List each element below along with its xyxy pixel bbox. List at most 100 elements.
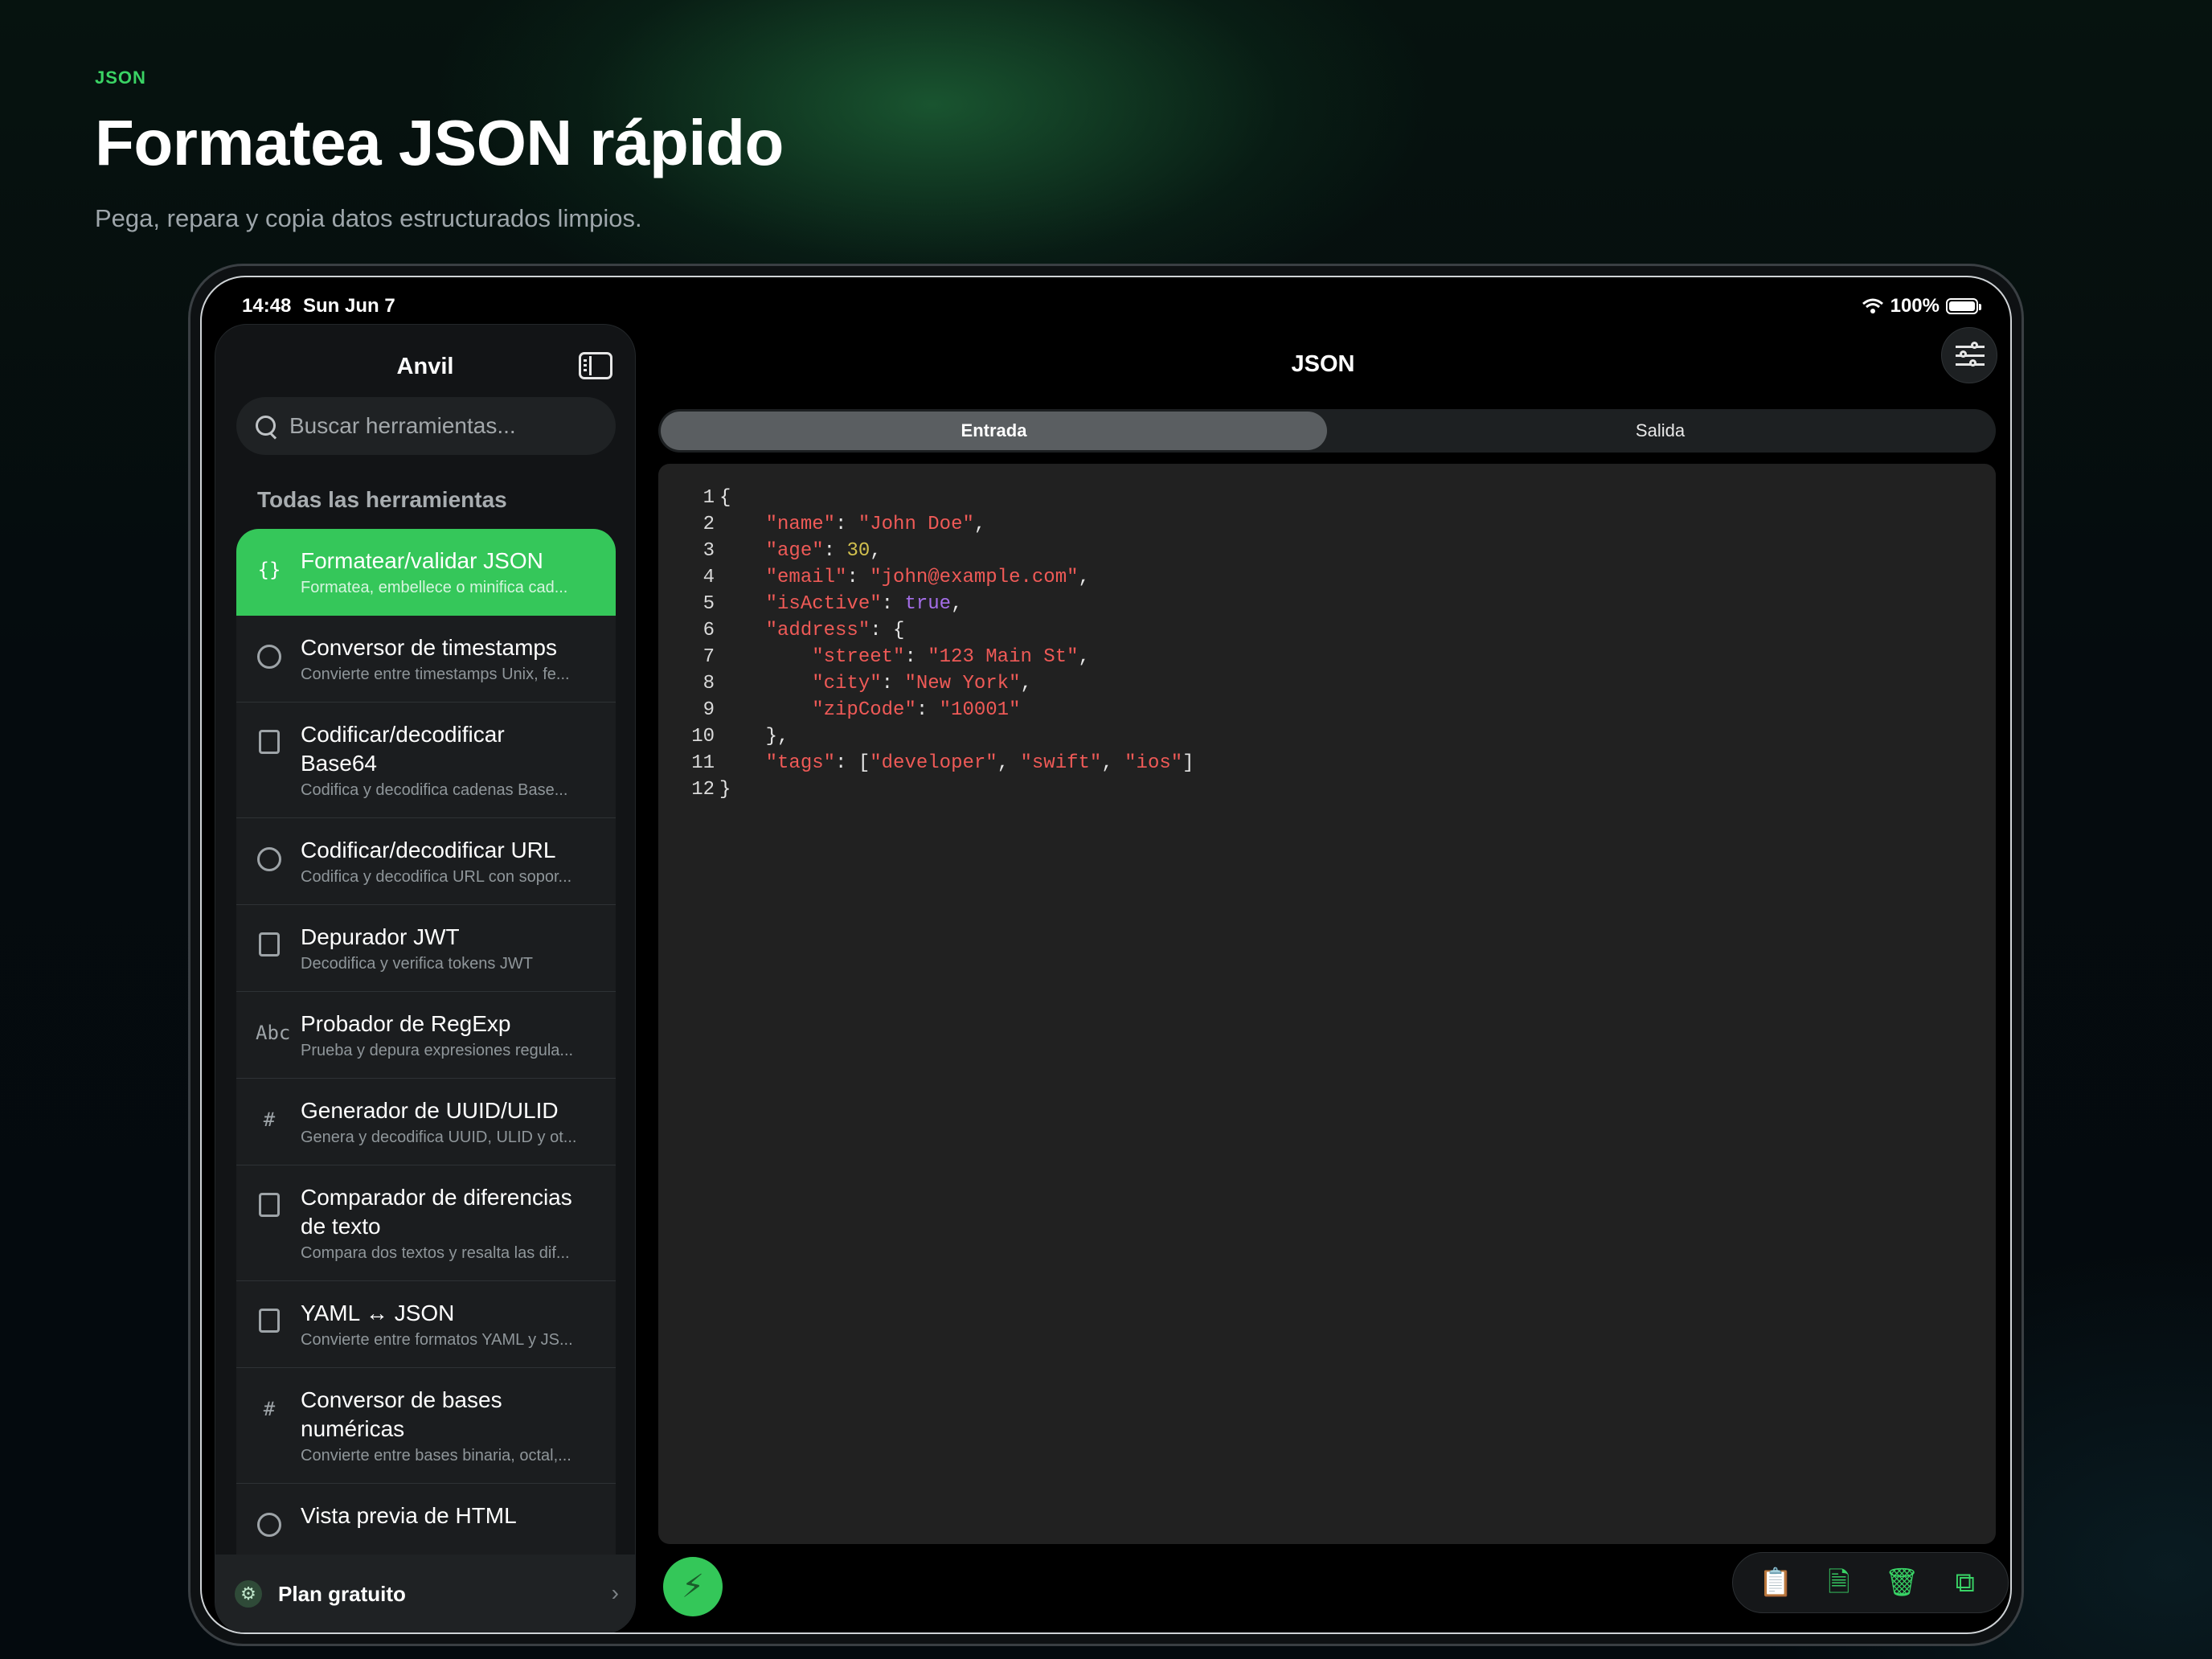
line-number: 8 — [703, 673, 715, 694]
status-indicators: 100% — [1862, 295, 1981, 317]
line-number: 4 — [703, 567, 715, 588]
code-token: : — [823, 540, 847, 562]
tool-name: Codificar/decodificar Base64 — [301, 722, 505, 776]
code-text: "address": { — [718, 617, 905, 644]
clock-icon — [256, 643, 283, 670]
tool-name: Codificar/decodificar URL — [301, 838, 556, 862]
code-token: "swift" — [1020, 752, 1102, 774]
tab-salida[interactable]: Salida — [1327, 412, 1993, 450]
json-editor[interactable]: 1{2 "name": "John Doe", 3 "age": 30, 4 "em… — [658, 464, 1996, 1544]
compass-icon — [256, 1511, 283, 1538]
code-line: 2 "name": "John Doe", — [658, 511, 1996, 538]
document-icon[interactable]: 🗎 — [1821, 1562, 1857, 1604]
key-frame-icon — [256, 932, 283, 960]
diff-document-icon — [256, 1193, 283, 1220]
battery-icon — [1946, 298, 1981, 314]
tool-description: Codifica y decodifica URL con sopor... — [301, 868, 572, 886]
hero-subtitle: Pega, repara y copia datos estructurados… — [95, 204, 642, 232]
tool-list: {} Formatear/validar JSON Formatea, embell… — [236, 529, 616, 1571]
code-token: ] — [1182, 752, 1194, 774]
search-field[interactable] — [236, 397, 616, 455]
filter-settings-button[interactable] — [1941, 327, 1997, 383]
sidebar-tool-item[interactable]: Comparador de diferencias de texto Compar… — [236, 1165, 616, 1281]
line-number: 9 — [703, 699, 715, 721]
line-number: 2 — [703, 514, 715, 535]
code-line: 12} — [658, 776, 1996, 803]
plan-button[interactable]: ⚙ Plan gratuito › — [215, 1555, 635, 1632]
icon-glyph-text: Abc — [256, 1022, 291, 1044]
line-number: 12 — [691, 779, 715, 801]
tool-description: Formatea, embellece o minifica cad... — [301, 579, 568, 596]
code-token: , — [951, 593, 963, 615]
sidebar-tool-item[interactable]: Abc Probador de RegExp Prueba y depura exp… — [236, 992, 616, 1079]
code-token: 30 — [846, 540, 870, 562]
code-line: 7 "street": "123 Main St", — [658, 644, 1996, 670]
sidebar-tool-item[interactable]: Depurador JWT Decodifica y verifica token… — [236, 905, 616, 992]
code-text: "city": "New York", — [718, 670, 1032, 697]
code-token: "address" — [765, 620, 870, 641]
code-text: { — [718, 485, 731, 511]
bolt-icon: ⚡ — [681, 1569, 705, 1604]
line-number: 7 — [703, 646, 715, 668]
code-text: "street": "123 Main St", — [718, 644, 1090, 670]
code-text: "isActive": true, — [718, 591, 963, 617]
tablet-frame: 14:48 Sun Jun 7 100% Anvil Todas las her… — [188, 264, 2024, 1646]
tool-name: Formatear/validar JSON — [301, 548, 543, 573]
code-token: "john@example.com" — [870, 567, 1079, 588]
sidebar-tool-item[interactable]: # Generador de UUID/ULID Genera y decodifi… — [236, 1079, 616, 1165]
code-token: , — [870, 540, 882, 562]
tool-description: Genera y decodifica UUID, ULID y ot... — [301, 1129, 577, 1146]
tab-entrada[interactable]: Entrada — [661, 412, 1327, 450]
code-line: 5 "isActive": true, — [658, 591, 1996, 617]
sidebar-tool-item[interactable]: # Conversor de bases numéricas Convierte e… — [236, 1368, 616, 1484]
sidebar-tool-item[interactable]: Codificar/decodificar URL Codifica y deco… — [236, 818, 616, 905]
page-title: JSON — [1291, 351, 1355, 377]
code-text: "zipCode": "10001" — [718, 697, 1020, 723]
sidebar-toggle-icon[interactable] — [579, 352, 612, 379]
search-input[interactable] — [289, 413, 595, 439]
code-token: : — [904, 646, 928, 668]
hash-icon: # — [256, 1106, 283, 1133]
code-token: { — [719, 487, 731, 509]
code-token: , — [1078, 567, 1090, 588]
code-token: "isActive" — [765, 593, 882, 615]
paste-clipboard-icon[interactable]: 📋 — [1758, 1562, 1793, 1604]
code-token: : — [881, 673, 905, 694]
code-token: } — [719, 779, 731, 801]
sidebar-tool-item[interactable]: Codificar/decodificar Base64 Codifica y d… — [236, 703, 616, 818]
braces-icon: {} — [257, 559, 281, 581]
code-text: }, — [718, 723, 789, 750]
code-line: 10 }, — [658, 723, 1996, 750]
code-text: "tags": ["developer", "swift", "ios"] — [718, 750, 1194, 776]
tool-name: Generador de UUID/ULID — [301, 1098, 559, 1123]
wifi-icon — [1862, 298, 1883, 313]
run-format-button[interactable]: ⚡ — [663, 1557, 723, 1616]
tool-description: Compara dos textos y resalta las dif... — [301, 1244, 570, 1262]
code-token: : — [916, 699, 940, 721]
trash-icon[interactable]: 🗑 — [1884, 1562, 1919, 1604]
code-line: 3 "age": 30, — [658, 538, 1996, 564]
code-token: }, — [719, 726, 789, 748]
link-icon — [256, 846, 283, 873]
code-line: 6 "address": { — [658, 617, 1996, 644]
code-token: , — [997, 752, 1021, 774]
hero-title: Formatea JSON rápido — [95, 107, 784, 178]
code-token: true — [904, 593, 952, 615]
code-line: 4 "email": "john@example.com", — [658, 564, 1996, 591]
hero-eyebrow: JSON — [95, 68, 146, 88]
sidebar-tool-item[interactable]: YAML ↔ JSON Convierte entre formatos YAML… — [236, 1281, 616, 1368]
tool-description: Codifica y decodifica cadenas Base... — [301, 781, 568, 799]
sidebar-tool-item[interactable]: {} Formatear/validar JSON Formatea, embell… — [236, 529, 616, 616]
line-number: 11 — [691, 752, 715, 774]
code-token: , — [973, 514, 986, 535]
sidebar-tool-item[interactable]: Conversor de timestamps Convierte entre t… — [236, 616, 616, 703]
copy-icon[interactable]: ⧉ — [1948, 1562, 1983, 1604]
code-token: "city" — [812, 673, 882, 694]
code-token: , — [1078, 646, 1090, 668]
code-line: 9 "zipCode": "10001" — [658, 697, 1996, 723]
line-number: 1 — [703, 487, 715, 509]
code-text: "email": "john@example.com", — [718, 564, 1090, 591]
